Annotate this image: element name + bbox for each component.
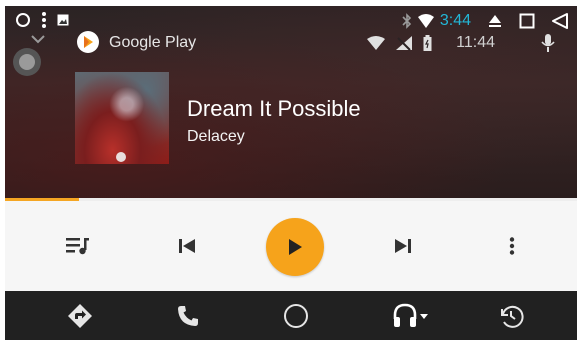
album-logo [116, 152, 126, 162]
next-button[interactable] [378, 201, 428, 291]
track-artist: Delacey [187, 128, 245, 145]
square-icon[interactable] [519, 13, 535, 29]
nav-audio[interactable] [381, 291, 441, 340]
previous-button[interactable] [162, 201, 212, 291]
bluetooth-icon [402, 13, 412, 29]
more-vert-icon [509, 237, 515, 255]
phone-icon [176, 304, 200, 328]
circle-icon[interactable] [15, 12, 31, 28]
android-auto-screen: 3:44 Google Play 11:44 Dream It Possible… [5, 6, 577, 340]
nav-home[interactable] [266, 291, 326, 340]
google-play-logo [77, 31, 99, 53]
home-circle-icon [283, 303, 309, 329]
eject-icon[interactable] [487, 13, 503, 29]
chevron-down-icon[interactable] [31, 34, 45, 44]
headphones-icon [392, 303, 430, 329]
media-controls [5, 201, 577, 291]
more-options-button[interactable] [487, 201, 537, 291]
nav-phone[interactable] [158, 291, 218, 340]
recent-icon [498, 303, 524, 329]
skip-next-icon [394, 238, 412, 254]
app-header: Google Play 11:44 [5, 28, 577, 58]
play-icon [287, 238, 303, 256]
queue-music-icon [66, 236, 90, 256]
header-clock: 11:44 [456, 34, 495, 51]
album-art [75, 72, 169, 164]
nav-recents[interactable] [481, 291, 541, 340]
skip-previous-icon [178, 238, 196, 254]
no-signal-icon [395, 35, 413, 51]
navigation-icon [67, 303, 93, 329]
wifi-icon [417, 14, 434, 28]
wifi-icon [367, 36, 386, 50]
floating-dot-button[interactable] [13, 48, 41, 76]
track-title: Dream It Possible [187, 96, 361, 121]
mic-icon[interactable] [541, 33, 555, 53]
bottom-navigation-bar [5, 291, 577, 340]
image-notification-icon [57, 14, 69, 26]
battery-icon [423, 35, 432, 51]
more-vert-icon[interactable] [41, 12, 47, 28]
nav-navigation[interactable] [50, 291, 110, 340]
queue-button[interactable] [53, 201, 103, 291]
play-button[interactable] [266, 218, 324, 276]
app-name: Google Play [109, 34, 197, 51]
